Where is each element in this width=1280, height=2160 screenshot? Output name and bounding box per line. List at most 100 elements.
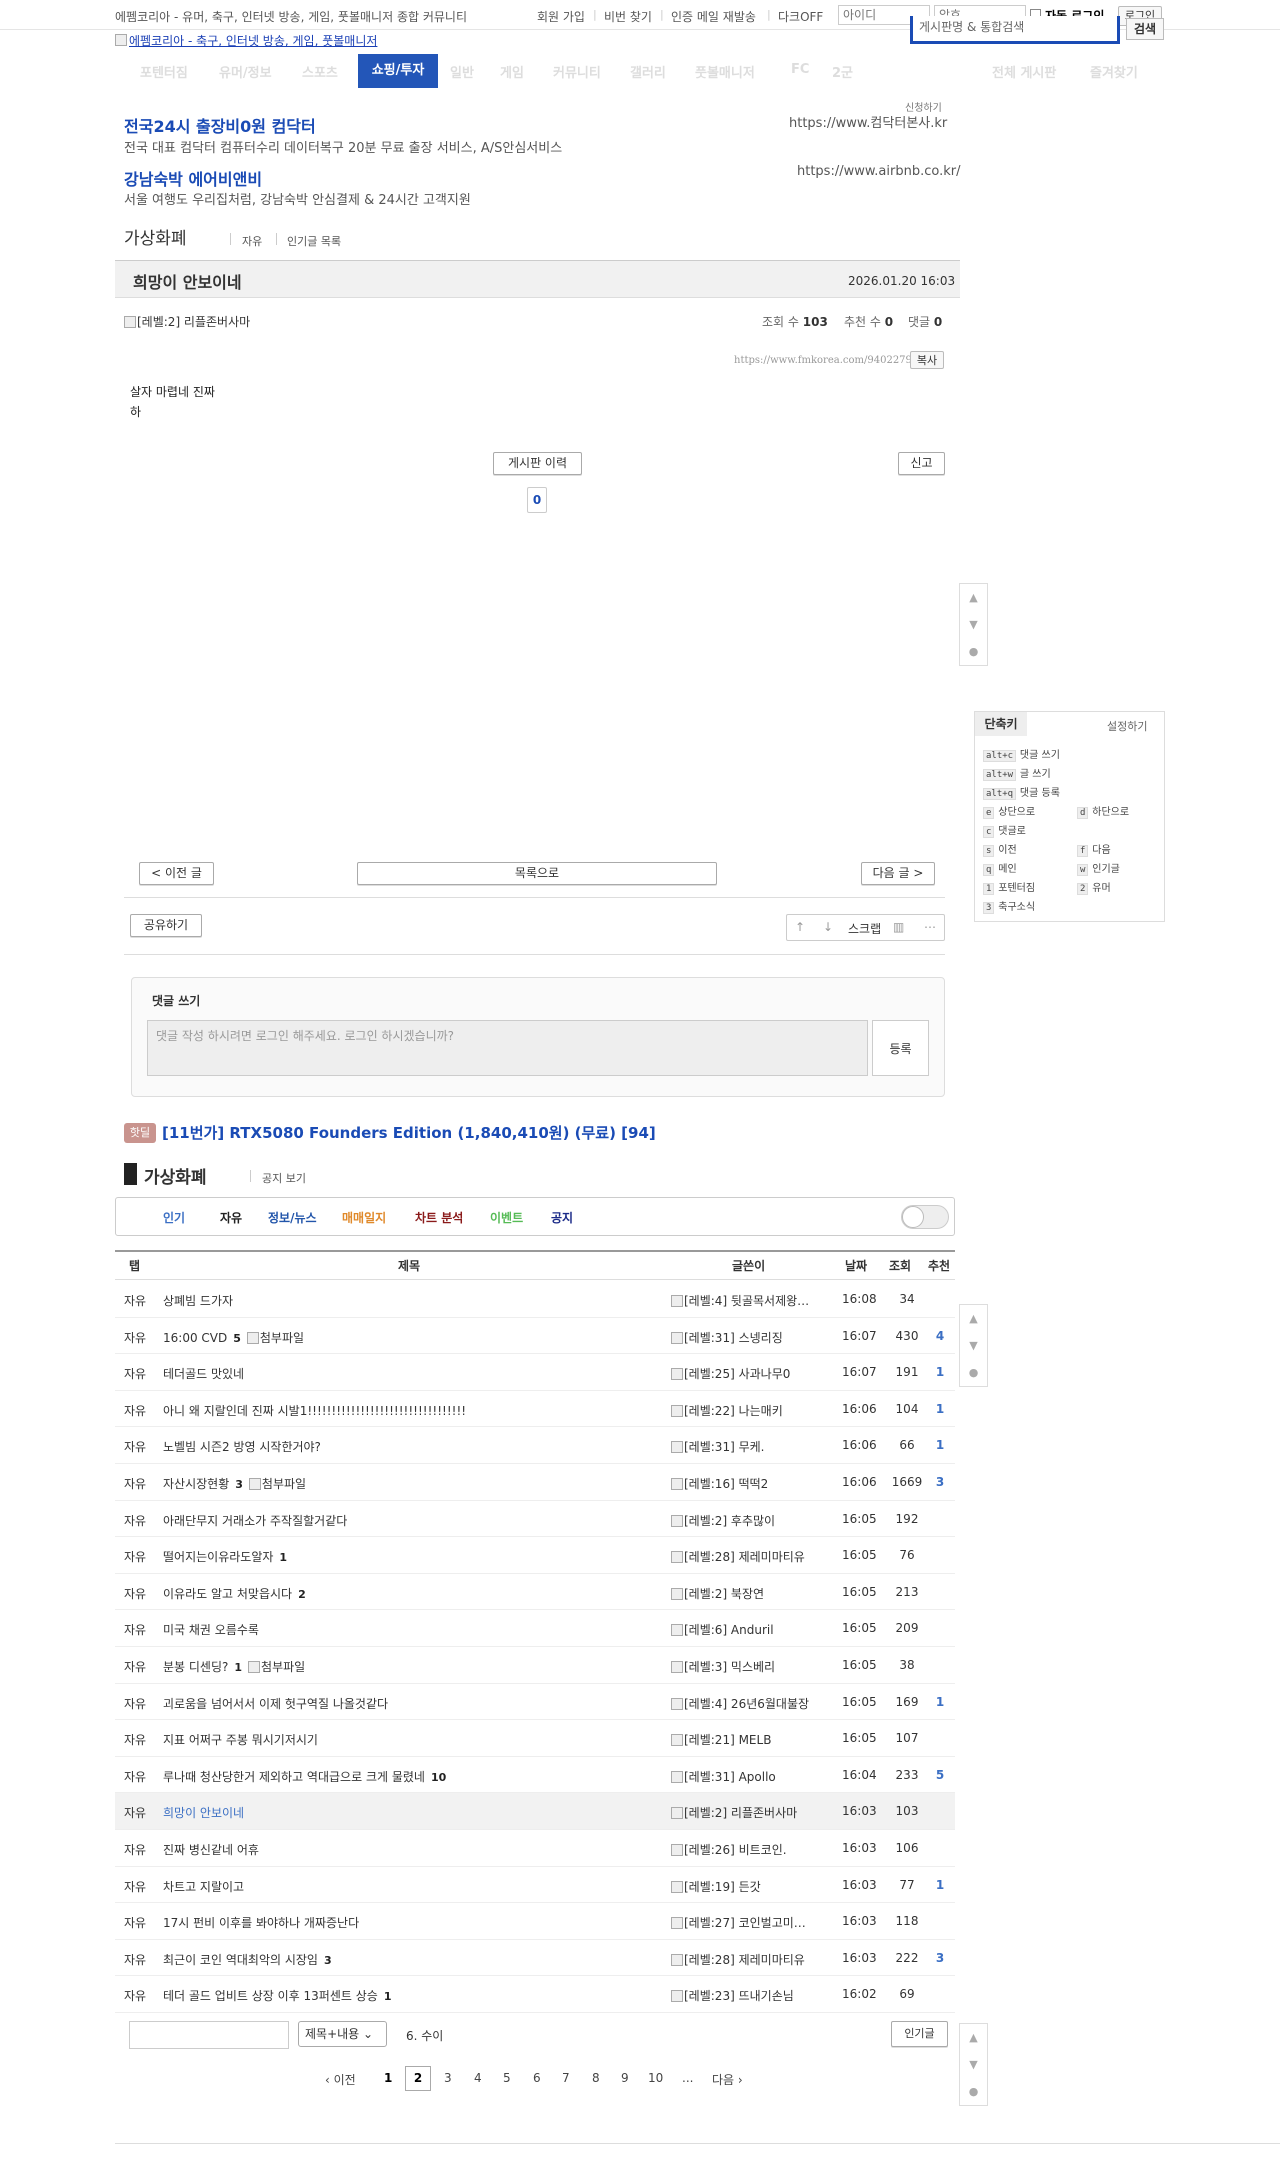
ad-url[interactable]: https://www.컴닥터본사.kr	[789, 112, 947, 131]
author[interactable]: [레벨:22] 나는매키	[671, 1402, 841, 1419]
author[interactable]: [레벨:6] Anduril	[671, 1621, 841, 1638]
popular-button[interactable]: 인기글	[891, 2021, 948, 2047]
board-tab-free[interactable]: 자유	[242, 233, 262, 249]
post-link[interactable]: 희망이 안보이네	[163, 1804, 244, 1821]
page-link[interactable]: 7	[562, 2071, 570, 2085]
scroll-up-icon[interactable]: ▲	[960, 1305, 987, 1332]
page-current[interactable]: 2	[405, 2066, 431, 2091]
post-url[interactable]: https://www.fmkorea.com/9402279786	[734, 355, 931, 366]
post-link[interactable]: 16:00 CVD 5 첨부파일	[163, 1329, 304, 1346]
author[interactable]: [레벨:26] 비트코인.	[671, 1841, 841, 1858]
ad-title[interactable]: 전국24시 출장비0원 컴닥터	[124, 113, 316, 137]
board-history-button[interactable]: 게시판 이력	[493, 452, 582, 475]
table-row[interactable]: 자유 지표 어쩌구 주봉 뭐시기저시기 [레벨:21] MELB 16:05 107	[115, 1720, 955, 1757]
comment-submit-button[interactable]: 등록	[872, 1020, 929, 1076]
table-row[interactable]: 자유 테더 골드 업비트 상장 이후 13퍼센트 상승 1 [레벨:23] 뜨내기손님…	[115, 1976, 955, 2013]
table-row[interactable]: 자유 분봉 디센딩? 1 첨부파일 [레벨:3] 믹스베리 16:05 38	[115, 1647, 955, 1684]
author[interactable]: [레벨:4] 뒷골목서제왕…	[671, 1292, 841, 1309]
author[interactable]: [레벨:27] 코인벌고미…	[671, 1914, 841, 1931]
board-list-title[interactable]: 가상화폐	[144, 1163, 207, 1188]
dark-mode-toggle[interactable]: 다크OFF	[778, 8, 823, 25]
vote-count[interactable]: 0	[527, 487, 547, 513]
site-logo[interactable]: 에펨코리아 - 축구, 인터넷 방송, 게임, 풋볼매니저	[129, 32, 377, 49]
tab-notice[interactable]: 공지	[551, 1209, 573, 1226]
page-link[interactable]: 9	[621, 2071, 629, 2085]
post-link[interactable]: 상폐빔 드가자	[163, 1292, 233, 1309]
scroll-up-icon[interactable]: ▲	[960, 2024, 987, 2051]
post-link[interactable]: 분봉 디센딩? 1 첨부파일	[163, 1658, 305, 1675]
tab-popular[interactable]: 인기	[163, 1209, 185, 1226]
page-link[interactable]: 4	[474, 2071, 482, 2085]
table-row[interactable]: 자유 괴로움을 넘어서서 이제 헛구역질 나올것같다 [레벨:4] 26년6월대불장…	[115, 1684, 955, 1721]
comment-icon[interactable]: ●	[960, 2078, 987, 2105]
post-link[interactable]: 테더골드 맛있네	[163, 1365, 244, 1382]
post-link[interactable]: 지표 어쩌구 주봉 뭐시기저시기	[163, 1731, 318, 1748]
page-link[interactable]: 3	[444, 2071, 452, 2085]
scroll-down-icon[interactable]: ▼	[960, 2051, 987, 2078]
nav-item-humor[interactable]: 유머/정보	[219, 62, 272, 81]
nav-favorites[interactable]: 즐겨찾기	[1090, 62, 1138, 81]
post-link[interactable]: 미국 채권 오름수록	[163, 1621, 259, 1638]
author[interactable]: [레벨:23] 뜨내기손님	[671, 1987, 841, 2004]
stats-icon[interactable]: ▥	[893, 920, 904, 934]
author[interactable]: [레벨:31] 무케.	[671, 1438, 841, 1455]
post-link[interactable]: 진짜 병신같네 어휴	[163, 1841, 259, 1858]
next-post-button[interactable]: 다음 글 >	[861, 862, 935, 885]
bottom-search-input[interactable]	[129, 2021, 289, 2049]
comment-icon[interactable]: ●	[960, 1359, 987, 1386]
table-row[interactable]: 자유 16:00 CVD 5 첨부파일 [레벨:31] 스넹리징 16:07 430 4	[115, 1318, 955, 1355]
resend-mail-link[interactable]: 인증 메일 재발송	[671, 8, 756, 25]
tab-free[interactable]: 자유	[220, 1209, 242, 1226]
notice-toggle-link[interactable]: 공지 보기	[262, 1170, 306, 1186]
author[interactable]: [레벨:21] MELB	[671, 1731, 841, 1748]
page-link[interactable]: 5	[503, 2071, 511, 2085]
post-link[interactable]: 괴로움을 넘어서서 이제 헛구역질 나올것같다	[163, 1695, 388, 1712]
prev-post-button[interactable]: < 이전 글	[139, 862, 214, 885]
tab-trade-log[interactable]: 매매일지	[342, 1209, 386, 1226]
scroll-down-icon[interactable]: ▼	[960, 1332, 987, 1359]
nav-all-boards[interactable]: 전체 게시판	[992, 62, 1056, 81]
table-row[interactable]: 자유 상폐빔 드가자 [레벨:4] 뒷골목서제왕… 16:08 34	[115, 1281, 955, 1318]
search-input[interactable]: 게시판명 & 통합검색	[910, 16, 1120, 44]
table-row[interactable]: 자유 이유라도 알고 처맞읍시다 2 [레벨:2] 북장연 16:05 213	[115, 1574, 955, 1611]
author[interactable]: [레벨:2] 리플존버사마	[671, 1804, 841, 1821]
nav-item-fm[interactable]: 풋볼매니저	[695, 62, 755, 81]
search-type-select[interactable]: 제목+내용 ⌄	[298, 2021, 387, 2047]
post-link[interactable]: 테더 골드 업비트 상장 이후 13퍼센트 상승 1	[163, 1987, 391, 2004]
nav-item-poten[interactable]: 포텐터짐	[140, 62, 188, 81]
page-link[interactable]: 1	[384, 2071, 392, 2085]
nav-item-sports[interactable]: 스포츠	[302, 62, 338, 81]
share-button[interactable]: 공유하기	[130, 914, 202, 937]
author[interactable]: [레벨:16] 떡떡2	[671, 1475, 841, 1492]
scroll-down-icon[interactable]: ▼	[960, 611, 987, 638]
post-link[interactable]: 아니 왜 지랄인데 진짜 시발1!!!!!!!!!!!!!!!!!!!!!!!!…	[163, 1402, 466, 1419]
post-link[interactable]: 떨어지는이유라도알자 1	[163, 1548, 287, 1565]
page-prev-link[interactable]: ‹ 이전	[325, 2071, 356, 2088]
post-link[interactable]: 자산시장현황 3 첨부파일	[163, 1475, 306, 1492]
table-row[interactable]: 자유 테더골드 맛있네 [레벨:25] 사과나무0 16:07 191 1	[115, 1354, 955, 1391]
tab-event[interactable]: 이벤트	[490, 1209, 523, 1226]
nav-item-2gun[interactable]: 2군	[832, 62, 853, 81]
author[interactable]: [레벨:4] 26년6월대불장	[671, 1695, 841, 1712]
shortcut-settings-link[interactable]: 설정하기	[1107, 718, 1147, 734]
table-row[interactable]: 자유 희망이 안보이네 [레벨:2] 리플존버사마 16:03 103	[115, 1793, 955, 1830]
table-row[interactable]: 자유 떨어지는이유라도알자 1 [레벨:28] 제레미마티유 16:05 76	[115, 1537, 955, 1574]
find-password-link[interactable]: 비번 찾기	[604, 8, 652, 25]
table-row[interactable]: 자유 차트고 지랄이고 [레벨:19] 든갓 16:03 77 1	[115, 1867, 955, 1904]
back-to-list-button[interactable]: 목록으로	[357, 862, 717, 885]
page-link[interactable]: 10	[648, 2071, 663, 2085]
more-icon[interactable]: ⋯	[924, 920, 936, 934]
comment-icon[interactable]: ●	[960, 638, 987, 665]
signup-link[interactable]: 회원 가입	[537, 8, 585, 25]
author[interactable]: [레벨:31] Apollo	[671, 1768, 841, 1785]
table-row[interactable]: 자유 노벨빔 시즌2 방영 시작한거야? [레벨:31] 무케. 16:06 66 1	[115, 1427, 955, 1464]
nav-item-gallery[interactable]: 갤러리	[630, 62, 666, 81]
tab-chart-analysis[interactable]: 차트 분석	[415, 1209, 463, 1226]
post-link[interactable]: 차트고 지랄이고	[163, 1878, 244, 1895]
arrow-up-icon[interactable]: ↑	[795, 920, 805, 934]
table-row[interactable]: 자유 최근이 코인 역대최악의 시장임 3 [레벨:28] 제레미마티유 16:03 22…	[115, 1940, 955, 1977]
author[interactable]: [레벨:25] 사과나무0	[671, 1365, 841, 1382]
table-row[interactable]: 자유 아니 왜 지랄인데 진짜 시발1!!!!!!!!!!!!!!!!!!!!!!…	[115, 1391, 955, 1428]
author[interactable]: [레벨:2] 후추많이	[671, 1512, 841, 1529]
ad-url[interactable]: https://www.airbnb.co.kr/	[797, 164, 961, 179]
